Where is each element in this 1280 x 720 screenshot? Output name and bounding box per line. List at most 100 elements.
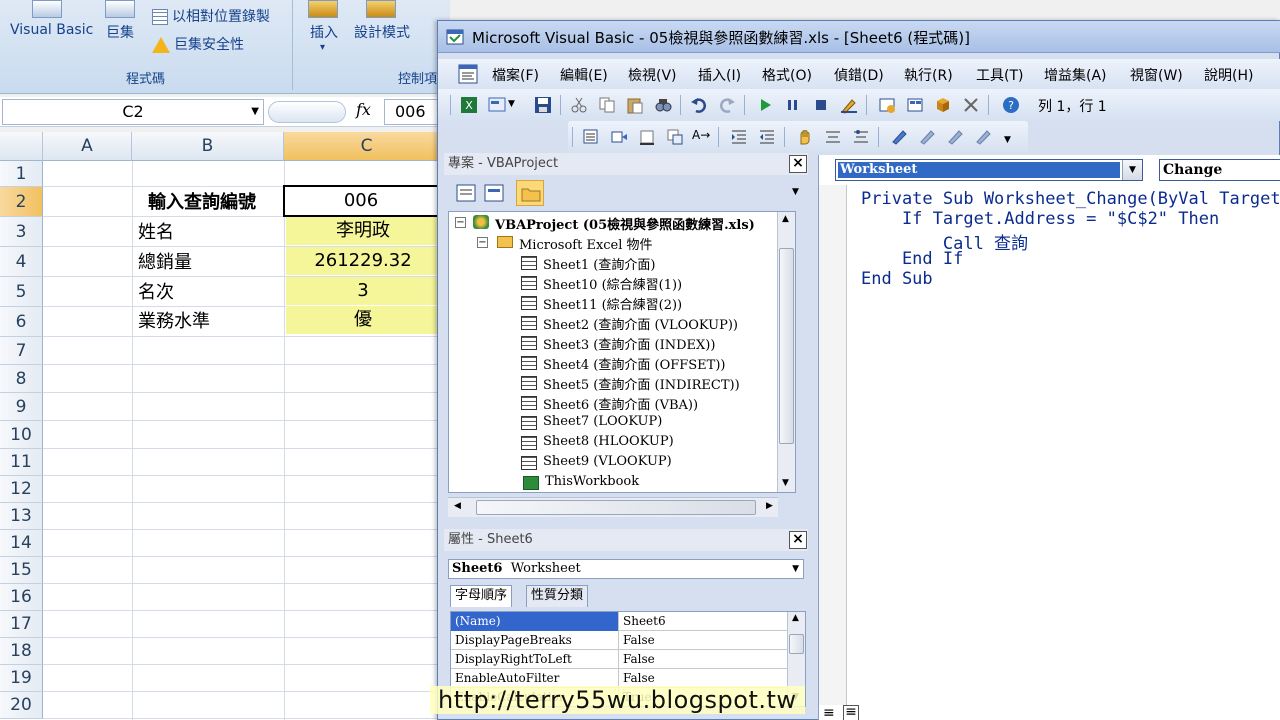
close-icon[interactable]: × [789,155,807,173]
field-value-name[interactable]: 李明政 [286,217,440,245]
menu-item[interactable]: 視窗(W) [1130,65,1183,85]
col-header-b[interactable]: B [132,132,284,161]
field-value-rank[interactable]: 3 [286,277,440,305]
row-header[interactable]: 8 [0,365,43,393]
chevron-down-icon[interactable]: ▼ [508,99,515,109]
row-header[interactable]: 4 [0,247,43,277]
chevron-up-icon[interactable]: ▲ [782,214,789,224]
row-header[interactable]: 18 [0,638,43,665]
run-icon[interactable] [756,96,774,114]
cut-icon[interactable] [570,96,588,114]
col-header-a[interactable]: A [43,132,132,161]
property-value[interactable]: False [621,669,655,687]
tree-root-project[interactable]: VBAProject (05檢視與參照函數練習.xls) [495,214,755,233]
tree-item-sheet[interactable]: Sheet5 (查詢介面 (INDIRECT)) [543,374,740,393]
scrollbar-thumb[interactable] [779,248,794,444]
property-row[interactable]: DisplayRightToLeft False [451,650,789,669]
row-header[interactable]: 11 [0,449,43,476]
row-header[interactable]: 14 [0,530,43,557]
tree-item-sheet[interactable]: Sheet8 (HLOOKUP) [543,434,674,449]
complete-word-icon[interactable]: A→ [692,128,710,142]
collapse-icon[interactable]: − [477,237,488,248]
chevron-down-icon[interactable]: ▼ [1004,135,1011,145]
code-line[interactable]: End Sub [861,269,933,289]
collapse-icon[interactable]: − [455,217,466,228]
row-header[interactable]: 1 [0,161,43,187]
design-mode-button[interactable]: 設計模式 [354,22,410,42]
tree-item-sheet[interactable]: Sheet11 (綜合練習(2)) [543,294,682,313]
menu-item[interactable]: 增益集(A) [1044,65,1107,85]
tree-item-sheet[interactable]: Sheet6 (查詢介面 (VBA)) [543,394,698,413]
tab-alphabetic[interactable]: 字母順序 [450,585,513,607]
toggle-folders-button[interactable] [516,180,544,206]
chevron-down-icon[interactable]: ▼ [251,100,259,124]
chevron-up-icon[interactable]: ▲ [792,613,799,623]
indent-icon[interactable] [730,128,748,146]
formula-expand-button[interactable] [268,101,346,123]
row-header[interactable]: 13 [0,503,43,530]
outdent-icon[interactable] [758,128,776,146]
tree-item-sheet[interactable]: Sheet9 (VLOOKUP) [543,454,672,469]
code-line[interactable]: Private Sub Worksheet_Change(ByVal Targe… [861,189,1280,209]
full-module-view-icon[interactable]: ≡ [843,705,859,720]
design-mode-icon[interactable] [840,96,858,114]
menu-item[interactable]: 格式(O) [762,65,812,85]
col-header-c[interactable]: C [284,132,450,161]
scrollbar-thumb[interactable] [789,634,804,654]
tree-vertical-scrollbar[interactable]: ▲ ▼ [777,212,795,492]
paste-icon[interactable] [626,96,644,114]
find-icon[interactable] [654,96,672,114]
save-icon[interactable] [534,96,552,114]
code-line[interactable]: If Target.Address = "$C$2" Then [861,209,1219,229]
previous-bookmark-icon[interactable] [946,128,964,146]
property-row[interactable]: (Name) Sheet6 [451,612,789,631]
view-object-icon[interactable] [484,184,504,202]
row-header[interactable]: 17 [0,611,43,638]
row-header[interactable]: 19 [0,665,43,692]
menu-item[interactable]: 插入(I) [698,65,741,85]
tree-item-workbook[interactable]: ThisWorkbook [545,474,639,489]
stop-icon[interactable] [812,96,830,114]
quick-info-icon[interactable] [638,128,656,146]
clear-bookmarks-icon[interactable] [974,128,992,146]
properties-window-icon[interactable] [906,96,924,114]
property-value[interactable]: Sheet6 [621,612,666,630]
procedure-dropdown[interactable]: Change [1159,159,1280,181]
toolbox-icon[interactable] [962,96,980,114]
row-header[interactable]: 3 [0,217,43,247]
insert-dropdown-icon[interactable]: ▾ [320,42,325,53]
next-bookmark-icon[interactable] [918,128,936,146]
tree-item-sheet[interactable]: Sheet1 (查詢介面) [543,254,655,273]
tree-item-sheet[interactable]: Sheet3 (查詢介面 (INDEX)) [543,334,715,353]
pause-icon[interactable] [784,96,802,114]
property-value[interactable]: False [621,631,655,649]
excel-icon[interactable]: X [460,96,478,114]
visual-basic-button[interactable]: Visual Basic [10,22,93,38]
chevron-down-icon[interactable]: ▼ [1122,160,1142,180]
project-explorer-icon[interactable] [878,96,896,114]
chevron-down-icon[interactable]: ▼ [782,478,789,488]
code-line[interactable]: End If [861,249,963,269]
macro-security-button[interactable]: 巨集安全性 [152,34,244,54]
tab-categorized[interactable]: 性質分類 [526,585,589,607]
chevron-right-icon[interactable]: ▶ [766,501,773,511]
name-box[interactable]: C2 ▼ [2,99,264,125]
properties-object-select[interactable]: Sheet6 Worksheet ▼ [448,559,804,579]
chevron-left-icon[interactable]: ◀ [454,501,461,511]
row-header[interactable]: 2 [0,187,43,217]
menu-item[interactable]: 檢視(V) [628,65,677,85]
menu-item[interactable]: 編輯(E) [560,65,608,85]
row-header[interactable]: 9 [0,393,43,421]
macros-button[interactable]: 巨集 [106,22,134,42]
view-code-icon[interactable] [456,184,476,202]
procedure-view-icon[interactable]: ≡ [823,705,835,720]
uncomment-block-icon[interactable] [852,128,870,146]
code-window-icon[interactable] [458,64,478,84]
fx-icon[interactable]: fx [356,100,371,119]
object-browser-icon[interactable] [934,96,952,114]
row-header[interactable]: 20 [0,692,43,719]
comment-block-icon[interactable] [824,128,842,146]
record-relative-button[interactable]: 以相對位置錄製 [152,6,270,26]
close-icon[interactable]: × [789,531,807,549]
select-all-corner[interactable] [0,132,43,161]
